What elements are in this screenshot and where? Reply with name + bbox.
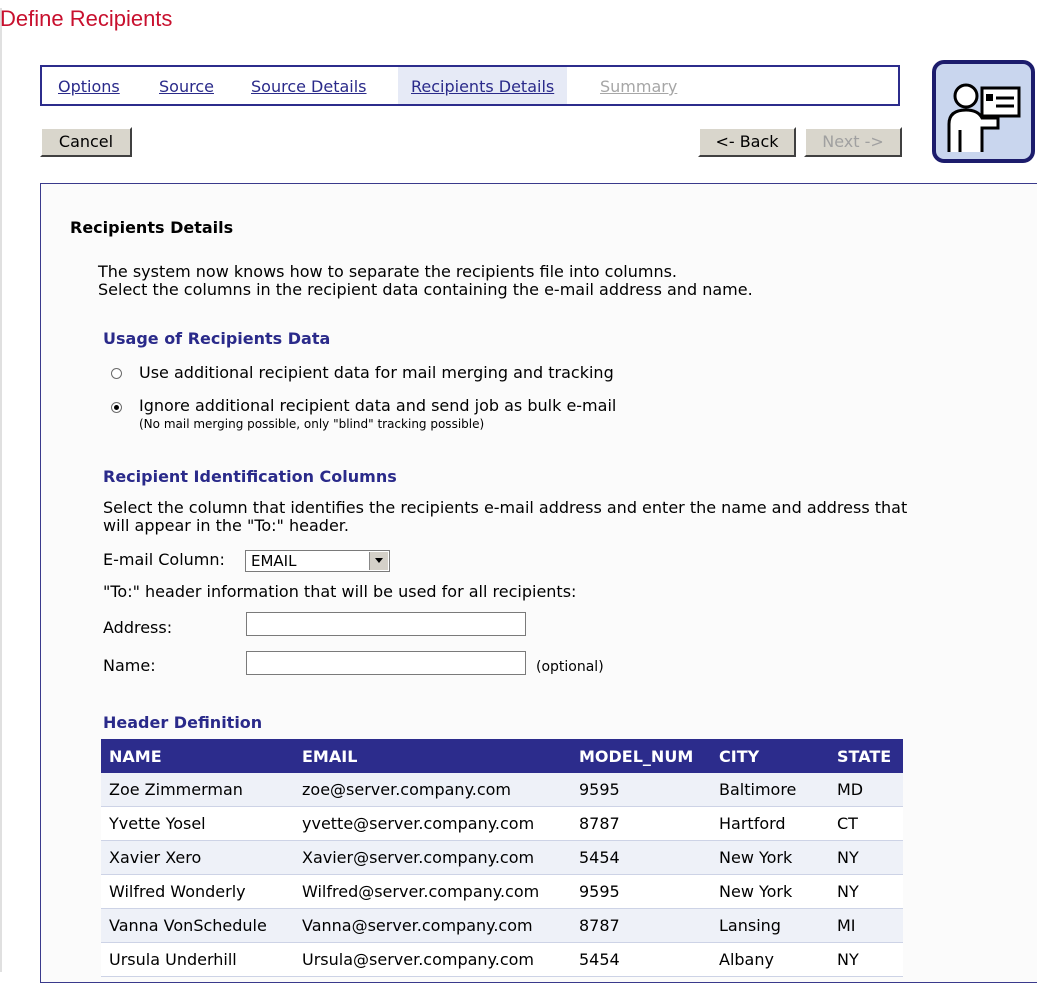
address-input[interactable]	[246, 612, 526, 636]
cell-name: Xavier Xero	[101, 840, 294, 875]
name-input[interactable]	[246, 651, 526, 675]
identification-desc-line1: Select the column that identifies the re…	[103, 498, 908, 517]
cancel-button[interactable]: Cancel	[40, 127, 132, 157]
radio-use-additional-data-label[interactable]: Use additional recipient data for mail m…	[139, 363, 614, 382]
radio-ignore-additional-data[interactable]	[111, 402, 122, 413]
cell-email: Ursula@server.company.com	[294, 942, 571, 977]
cell-email: yvette@server.company.com	[294, 806, 571, 841]
cell-model-num: 5454	[571, 942, 711, 977]
cell-city: New York	[711, 874, 829, 909]
section-title: Recipients Details	[70, 218, 234, 237]
usage-heading: Usage of Recipients Data	[103, 329, 331, 348]
next-button: Next ->	[804, 127, 902, 157]
content-panel: Recipients Details The system now knows …	[40, 183, 1037, 983]
table-row: Vanna VonSchedule Vanna@server.company.c…	[101, 908, 903, 943]
cell-name: Wilfred Wonderly	[101, 874, 294, 909]
tab-recipients-details[interactable]: Recipients Details	[398, 67, 568, 104]
cell-name: Yvette Yosel	[101, 806, 294, 841]
header-definition-heading: Header Definition	[103, 713, 263, 732]
identification-heading: Recipient Identification Columns	[103, 467, 397, 486]
cell-state: NY	[829, 942, 903, 977]
user-card-icon	[932, 60, 1035, 163]
tab-options[interactable]: Options	[58, 67, 120, 104]
to-header-info: "To:" header information that will be us…	[103, 582, 577, 601]
cell-name: Ursula Underhill	[101, 942, 294, 977]
cell-state: NY	[829, 874, 903, 909]
cell-name: Vanna VonSchedule	[101, 908, 294, 943]
column-header-model-num: MODEL_NUM	[571, 739, 711, 773]
column-header-city: CITY	[711, 739, 829, 773]
cell-model-num: 8787	[571, 908, 711, 943]
table-row: Xavier Xero Xavier@server.company.com 54…	[101, 840, 903, 875]
cell-email: Xavier@server.company.com	[294, 840, 571, 875]
cell-city: Baltimore	[711, 773, 829, 807]
cell-city: New York	[711, 840, 829, 875]
optional-note: (optional)	[536, 659, 604, 675]
cell-email: zoe@server.company.com	[294, 773, 571, 807]
name-label: Name:	[103, 656, 156, 675]
tab-source-details[interactable]: Source Details	[251, 67, 367, 104]
table-header-row: NAME EMAIL MODEL_NUM CITY STATE	[101, 739, 903, 773]
identification-desc-line2: will appear in the "To:" header.	[103, 516, 349, 535]
page-left-border	[0, 8, 2, 972]
wizard-tab-bar: Options Source Source Details Recipients…	[40, 65, 900, 106]
chevron-down-icon[interactable]	[369, 552, 388, 570]
table-row: Yvette Yosel yvette@server.company.com 8…	[101, 806, 903, 841]
cell-state: CT	[829, 806, 903, 841]
table-row: Zoe Zimmerman zoe@server.company.com 959…	[101, 773, 903, 807]
column-header-name: NAME	[101, 739, 294, 773]
table-row: Ursula Underhill Ursula@server.company.c…	[101, 942, 903, 977]
radio-ignore-additional-data-label[interactable]: Ignore additional recipient data and sen…	[139, 396, 616, 415]
email-column-label: E-mail Column:	[103, 550, 225, 569]
bulk-email-note: (No mail merging possible, only "blind" …	[139, 417, 485, 431]
intro-text-line2: Select the columns in the recipient data…	[98, 280, 753, 299]
cell-city: Lansing	[711, 908, 829, 943]
cell-state: MD	[829, 773, 903, 807]
cell-email: Wilfred@server.company.com	[294, 874, 571, 909]
cell-model-num: 9595	[571, 773, 711, 807]
cell-model-num: 5454	[571, 840, 711, 875]
intro-text-line1: The system now knows how to separate the…	[98, 262, 677, 281]
email-column-value: EMAIL	[251, 552, 297, 570]
cell-name: Zoe Zimmerman	[101, 773, 294, 807]
page-title: Define Recipients	[0, 6, 173, 31]
address-label: Address:	[103, 618, 173, 637]
tab-source[interactable]: Source	[159, 67, 214, 104]
column-header-email: EMAIL	[294, 739, 571, 773]
cell-model-num: 9595	[571, 874, 711, 909]
back-button[interactable]: <- Back	[698, 127, 796, 157]
cell-state: NY	[829, 840, 903, 875]
email-column-select[interactable]: EMAIL	[245, 550, 390, 572]
cell-email: Vanna@server.company.com	[294, 908, 571, 943]
cell-state: MI	[829, 908, 903, 943]
cell-city: Albany	[711, 942, 829, 977]
table-row: Wilfred Wonderly Wilfred@server.company.…	[101, 874, 903, 909]
column-header-state: STATE	[829, 739, 903, 773]
tab-summary: Summary	[600, 77, 678, 96]
header-definition-table: NAME EMAIL MODEL_NUM CITY STATE Zoe Zimm…	[101, 739, 903, 977]
radio-use-additional-data[interactable]	[111, 368, 122, 379]
cell-city: Hartford	[711, 806, 829, 841]
cell-model-num: 8787	[571, 806, 711, 841]
